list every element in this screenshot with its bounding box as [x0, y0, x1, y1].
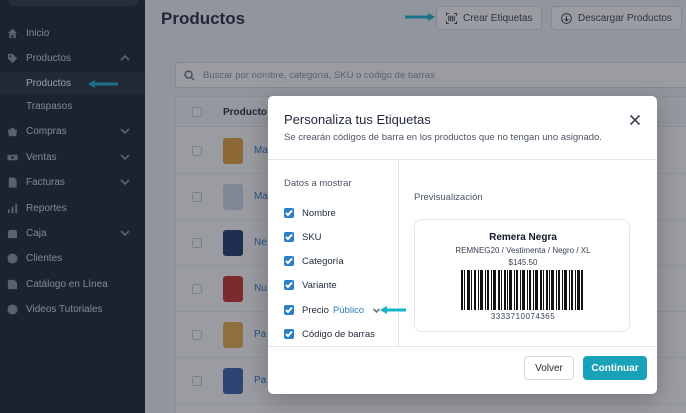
continue-button[interactable]: Continuar: [583, 356, 647, 380]
option-label: Nombre: [302, 207, 336, 219]
option-precio[interactable]: Precio Público: [284, 303, 381, 317]
preview-product-price: $145.50: [508, 258, 538, 267]
checkbox-checked[interactable]: [284, 232, 294, 242]
modal-title: Personaliza tus Etiquetas: [284, 112, 431, 127]
option-categoria[interactable]: Categoría: [284, 254, 344, 268]
barcode-graphic: [461, 270, 583, 310]
checkbox-checked[interactable]: [284, 329, 294, 339]
option-label: SKU: [302, 231, 322, 243]
option-label: Variante: [302, 279, 337, 291]
option-sku[interactable]: SKU: [284, 230, 322, 244]
option-label: Código de barras: [302, 328, 375, 340]
data-section-label: Datos a mostrar: [284, 178, 352, 189]
preview-label: Previsualización: [414, 192, 483, 203]
pointer-arrow-icon: [380, 306, 406, 314]
label-preview-card: Remera Negra REMNEG20 / Vestimenta / Neg…: [414, 219, 630, 332]
checkbox-checked[interactable]: [284, 280, 294, 290]
option-label: Categoría: [302, 255, 344, 267]
price-type-select[interactable]: Público: [333, 305, 364, 316]
labels-modal: Personaliza tus Etiquetas Se crearán cód…: [268, 96, 657, 394]
checkbox-checked[interactable]: [284, 256, 294, 266]
option-label: Precio: [302, 304, 329, 316]
modal-footer-divider: [268, 346, 657, 347]
preview-product-meta: REMNEG20 / Vestimenta / Negro / XL: [455, 246, 591, 255]
modal-column-divider: [398, 159, 399, 346]
checkbox-checked[interactable]: [284, 305, 294, 315]
option-nombre[interactable]: Nombre: [284, 206, 336, 220]
back-button[interactable]: Volver: [524, 356, 574, 380]
modal-subtitle: Se crearán códigos de barra en los produ…: [284, 132, 602, 143]
checkbox-checked[interactable]: [284, 208, 294, 218]
option-codigo-barras[interactable]: Código de barras: [284, 327, 375, 341]
preview-product-name: Remera Negra: [489, 232, 557, 243]
preview-barcode-number: 3333710074365: [490, 312, 556, 321]
modal-header-divider: [268, 159, 657, 160]
option-variante[interactable]: Variante: [284, 278, 337, 292]
close-icon[interactable]: [629, 113, 641, 126]
